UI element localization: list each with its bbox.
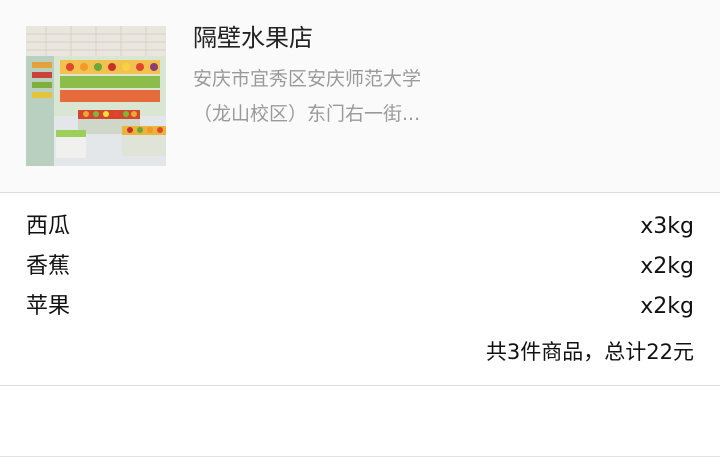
order-item-row: 西瓜 x3kg [26, 212, 694, 242]
shop-address-line-1: 安庆市宜秀区安庆师范大学 [193, 68, 422, 90]
shop-name: 隔壁水果店 [193, 24, 313, 52]
shop-thumbnail [26, 26, 166, 166]
item-quantity: x3kg [640, 214, 694, 239]
order-item-row: 苹果 x2kg [26, 292, 694, 322]
order-card: 隔壁水果店 安庆市宜秀区安庆师范大学 （龙山校区）东门右一街... 西瓜 x3k… [0, 0, 720, 457]
order-item-row: 香蕉 x2kg [26, 252, 694, 282]
empty-footer-area [0, 386, 720, 457]
item-quantity: x2kg [640, 294, 694, 319]
shop-header[interactable]: 隔壁水果店 安庆市宜秀区安庆师范大学 （龙山校区）东门右一街... [0, 0, 720, 193]
item-name: 西瓜 [26, 214, 71, 239]
order-summary: 共3件商品，总计22元 [485, 340, 694, 364]
shop-address-line-2: （龙山校区）东门右一街... [193, 103, 421, 125]
item-name: 苹果 [26, 294, 71, 319]
item-name: 香蕉 [26, 254, 71, 279]
shop-address: 安庆市宜秀区安庆师范大学 （龙山校区）东门右一街... [193, 62, 453, 132]
item-quantity: x2kg [640, 254, 694, 279]
order-items: 西瓜 x3kg 香蕉 x2kg 苹果 x2kg 共3件商品，总计22元 [0, 193, 720, 386]
